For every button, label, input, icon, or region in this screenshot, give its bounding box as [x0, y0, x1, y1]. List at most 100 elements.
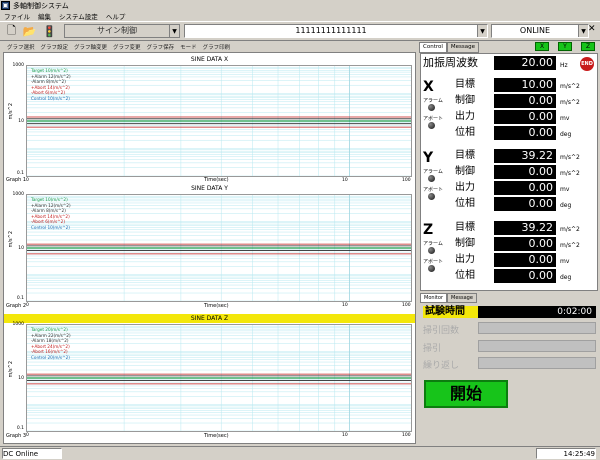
repeat-field — [478, 357, 596, 369]
legend-item: Control 10(m/s^2) — [31, 224, 70, 230]
phase-label: 位相 — [455, 270, 475, 281]
graph-label: Graph 3 — [6, 433, 27, 439]
close-icon[interactable]: ✕ — [588, 24, 598, 36]
x-axis-label: Time(sec) — [204, 433, 229, 439]
unit-label: m/s^2 — [560, 242, 580, 249]
legend-item: -Alarm 18(m/s^2) — [31, 338, 69, 344]
connection-select[interactable]: ONLINE ▼ — [491, 24, 589, 38]
menu-edit[interactable]: 編集 — [34, 11, 55, 21]
app-title: 多軸制御システム — [13, 1, 69, 10]
end-button[interactable]: END — [580, 57, 594, 71]
mode-select-value: サイン制御 — [97, 26, 137, 35]
tab-control[interactable]: Control — [419, 42, 447, 53]
x-tick: 100 — [402, 303, 411, 308]
y-tick: 0.1 — [16, 426, 24, 431]
unit-label: Hz — [560, 62, 568, 69]
legend-item: -Alarm 8(m/s^2) — [31, 79, 66, 85]
graph-title-x: SINE DATA X — [4, 55, 415, 64]
alarm-label: アラーム — [423, 241, 443, 247]
title-bar: ▣ 多軸制御システム — [0, 0, 600, 11]
new-file-icon[interactable]: 🗋 — [4, 24, 19, 39]
y-tick: 10 — [18, 376, 24, 381]
connection-status: DC Online — [2, 448, 62, 459]
app-icon: ▣ — [1, 1, 10, 10]
legend-y: Target 10(m/s^2) +Alarm 12(m/s^2) -Alarm… — [31, 197, 71, 231]
legend-item: Target 10(m/s^2) — [31, 197, 68, 202]
x-control-value: 0.00 — [494, 94, 556, 108]
start-button[interactable]: 開始 — [424, 380, 508, 408]
x-axis-label: Time(sec) — [204, 177, 229, 183]
led-y: Y — [558, 42, 572, 51]
target-label: 目標 — [455, 222, 475, 233]
chevron-down-icon[interactable]: ▼ — [477, 25, 487, 37]
y-tick: 1000 — [12, 63, 24, 68]
menu-file[interactable]: ファイル — [0, 11, 34, 21]
target-label: 目標 — [455, 79, 475, 90]
plot-area-y[interactable]: Target 10(m/s^2) +Alarm 12(m/s^2) -Alarm… — [26, 194, 412, 302]
alarm-lamp-icon — [428, 175, 435, 182]
chevron-down-icon[interactable]: ▼ — [169, 25, 179, 37]
unit-label: mv — [560, 186, 570, 193]
abort-label: アボート — [423, 116, 444, 122]
alarm-label: アラーム — [423, 169, 443, 175]
grid-svg — [27, 195, 411, 301]
x-tick: 100 — [402, 433, 411, 438]
unit-label: deg — [560, 274, 572, 281]
mode-select[interactable]: サイン制御 ▼ — [64, 24, 180, 38]
connection-select-value: ONLINE — [519, 26, 551, 35]
legend-item: Target 10(m/s^2) — [31, 68, 68, 73]
frequency-value: 20.00 — [494, 56, 556, 70]
x-tick: 0 — [26, 178, 29, 183]
sweep-count-label: 掃引回数 — [423, 326, 460, 336]
abort-lamp-icon — [428, 265, 435, 272]
x-tick: 10 — [342, 178, 348, 183]
chevron-down-icon[interactable]: ▼ — [578, 25, 588, 37]
menu-system-settings[interactable]: システム設定 — [55, 11, 102, 21]
tab-message[interactable]: Message — [446, 42, 479, 53]
y-tick: 0.1 — [16, 296, 24, 301]
tab-monitor[interactable]: Monitor — [420, 293, 448, 303]
y-tick: 1000 — [12, 192, 24, 197]
z-control-value: 0.00 — [494, 237, 556, 251]
x-tick: 10 — [342, 433, 348, 438]
file-select[interactable]: 11111111111111 ▼ — [184, 24, 488, 38]
unit-label: deg — [560, 131, 572, 138]
open-folder-icon[interactable]: 📂 — [22, 24, 37, 39]
clock: 14:25:49 — [536, 448, 596, 459]
status-bar: DC Online 14:25:49 — [0, 446, 600, 460]
y-tick: 10 — [18, 246, 24, 251]
output-label: 出力 — [455, 182, 475, 193]
unit-label: m/s^2 — [560, 170, 580, 177]
control-label: 制御 — [455, 166, 475, 177]
menu-help[interactable]: ヘルプ — [102, 11, 130, 21]
legend-x: Target 10(m/s^2) +Alarm 12(m/s^2) -Alarm… — [31, 68, 71, 102]
sweep-field — [478, 340, 596, 352]
x-output-value: 0.00 — [494, 110, 556, 124]
plot-area-x[interactable]: Target 10(m/s^2) +Alarm 12(m/s^2) -Alarm… — [26, 65, 412, 177]
grid-svg — [27, 66, 411, 176]
y-tick: 0.1 — [16, 171, 24, 176]
graph-title-y: SINE DATA Y — [4, 184, 415, 193]
sweep-count-field — [478, 322, 596, 334]
unit-label: m/s^2 — [560, 83, 580, 90]
grid-svg — [27, 325, 411, 431]
x-tick: 0 — [26, 433, 29, 438]
abort-lamp-icon — [428, 122, 435, 129]
graph-panel: SINE DATA X Target 10(m/s^2) +Alarm 12(m… — [3, 52, 416, 444]
unit-label: m/s^2 — [560, 99, 580, 106]
repeat-label: 繰り返し — [423, 361, 460, 371]
control-label: 制御 — [455, 95, 475, 106]
signal-light-icon[interactable]: 🚦 — [42, 24, 57, 39]
y-tick: 1000 — [12, 322, 24, 327]
legend-item: Target 20(m/s^2) — [31, 327, 68, 332]
unit-label: m/s^2 — [560, 154, 580, 161]
graph-label: Graph 2 — [6, 303, 27, 309]
tab-message-bottom[interactable]: Message — [447, 293, 477, 303]
y-axis-label: m/s^2 — [8, 103, 14, 120]
test-time-label: 試験時間 — [423, 306, 479, 318]
alarm-label: アラーム — [423, 98, 443, 104]
plot-area-z[interactable]: Target 20(m/s^2) +Alarm 22(m/s^2) -Alarm… — [26, 324, 412, 432]
output-label: 出力 — [455, 254, 475, 265]
abort-lamp-icon — [428, 193, 435, 200]
x-tick: 100 — [402, 178, 411, 183]
